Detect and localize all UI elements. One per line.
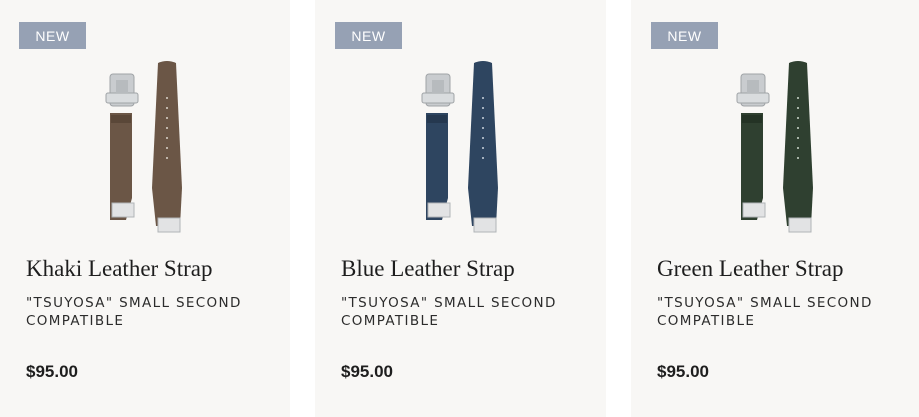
product-price: $95.00 [657, 362, 709, 381]
new-badge: NEW [19, 22, 86, 49]
new-badge: NEW [335, 22, 402, 49]
product-image[interactable] [731, 58, 821, 238]
product-card[interactable]: NEW Green Leather Strap "TSUYOSA" SMALL … [631, 0, 919, 417]
product-price: $95.00 [26, 362, 78, 381]
new-badge: NEW [651, 22, 718, 49]
product-price: $95.00 [341, 362, 393, 381]
product-title[interactable]: Khaki Leather Strap [26, 256, 212, 282]
green-strap-image-icon [736, 61, 813, 233]
product-image[interactable] [100, 58, 190, 238]
product-card[interactable]: NEW Khaki Leather Strap "TSUYOSA" SMALL … [0, 0, 290, 417]
product-image[interactable] [416, 58, 506, 238]
product-subtitle: "TSUYOSA" SMALL SECOND COMPATIBLE [341, 295, 557, 329]
blue-strap-image-icon [421, 61, 498, 233]
product-subtitle: "TSUYOSA" SMALL SECOND COMPATIBLE [26, 295, 242, 329]
khaki-strap-image-icon [105, 61, 182, 233]
product-title[interactable]: Blue Leather Strap [341, 256, 515, 282]
product-card[interactable]: NEW Blue Leather Strap "TSUYOSA" SMALL S… [315, 0, 606, 417]
product-grid: NEW Khaki Leather Strap "TSUYOSA" SMALL … [0, 0, 919, 417]
product-title[interactable]: Green Leather Strap [657, 256, 843, 282]
product-subtitle: "TSUYOSA" SMALL SECOND COMPATIBLE [657, 295, 873, 329]
